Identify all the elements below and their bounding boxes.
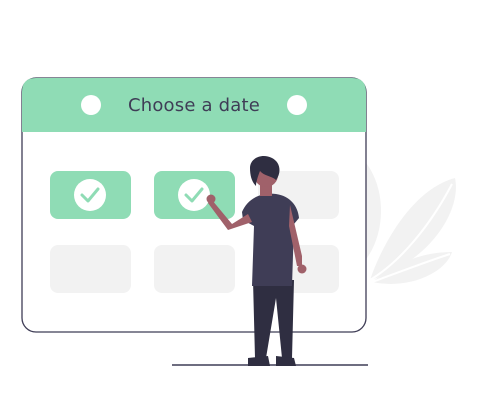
check-icon <box>178 179 210 211</box>
date-slot-empty[interactable] <box>50 245 131 293</box>
check-icon <box>74 179 106 211</box>
calendar-title: Choose a date <box>127 94 261 116</box>
illustration: Choose a date <box>0 0 483 404</box>
date-slot-selected[interactable] <box>154 171 235 219</box>
date-slot-selected[interactable] <box>50 171 131 219</box>
date-slot-empty[interactable] <box>154 245 235 293</box>
